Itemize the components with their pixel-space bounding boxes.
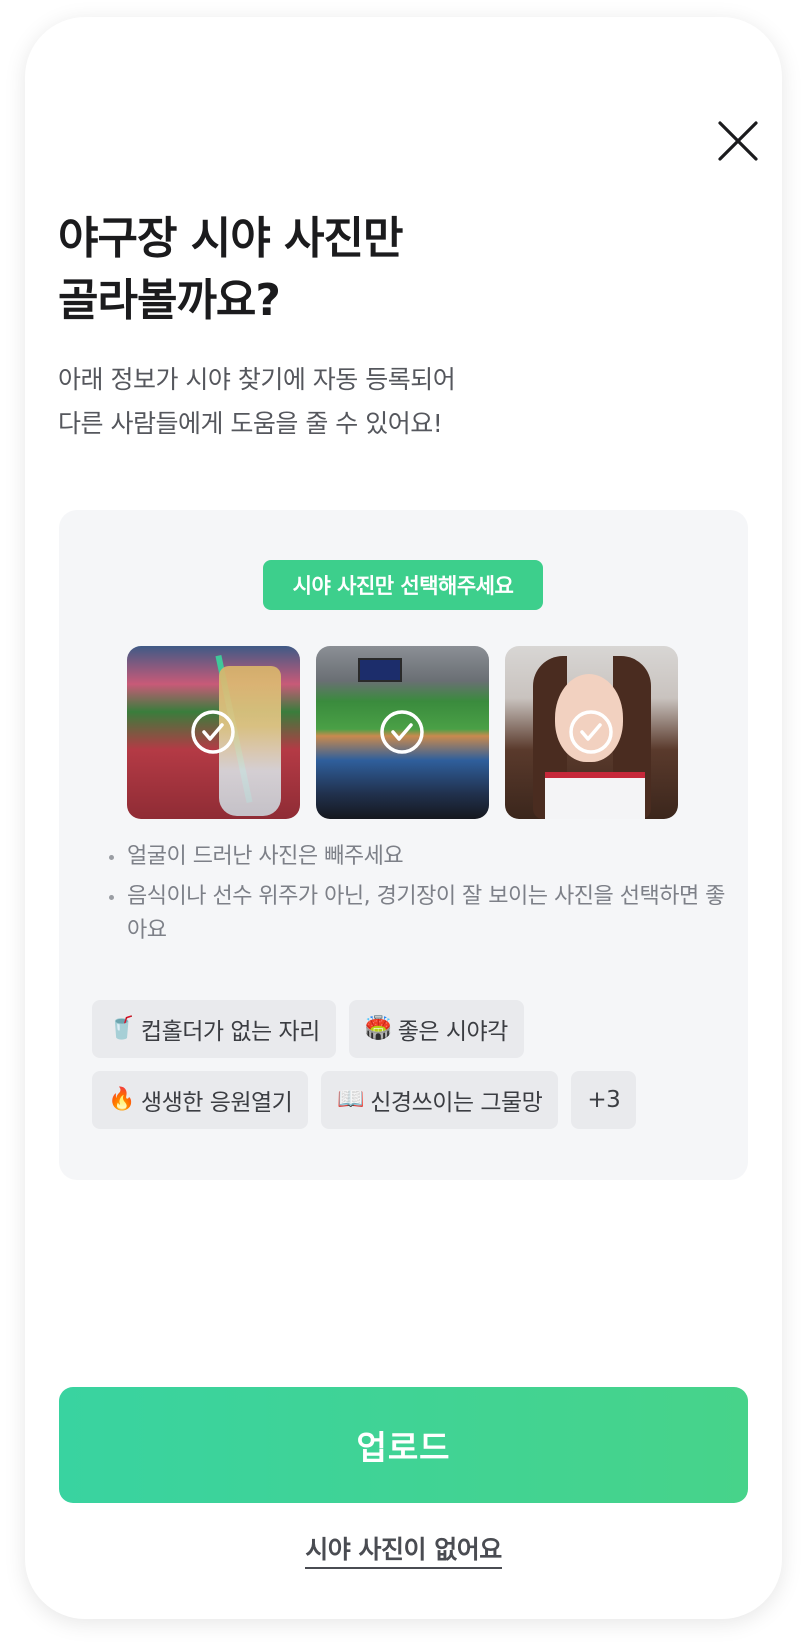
tag-cheering[interactable]: 🔥 생생한 응원열기	[92, 1071, 309, 1129]
tag-label: 생생한 응원열기	[140, 1090, 293, 1116]
tag-label: +3	[587, 1087, 621, 1113]
subtitle-line: 아래 정보가 시야 찾기에 자동 등록되어	[58, 365, 456, 394]
tag-label: 신경쓰이는 그물망	[370, 1090, 543, 1116]
guide-chip: 시야 사진만 선택해주세요	[263, 560, 543, 610]
bullet-item: 얼굴이 드러난 사진은 빼주세요	[105, 840, 725, 874]
fire-icon: 🔥	[108, 1087, 135, 1112]
tag-list: 🥤 컵홀더가 없는 자리 🏟️ 좋은 시야각 🔥 생생한 응원열기 📖 신경쓰이…	[92, 1000, 722, 1142]
tag-more[interactable]: +3	[571, 1071, 637, 1129]
example-photos	[127, 646, 678, 819]
check-circle-icon	[190, 709, 236, 755]
modal-title: 야구장 시야 사진만 골라볼까요?	[58, 208, 403, 332]
modal-subtitle: 아래 정보가 시야 찾기에 자동 등록되어 다른 사람들에게 도움을 줄 수 있…	[58, 358, 456, 446]
tag-label: 컵홀더가 없는 자리	[140, 1019, 320, 1045]
tag-cupholder[interactable]: 🥤 컵홀더가 없는 자리	[92, 1000, 336, 1058]
upload-button[interactable]: 업로드	[59, 1387, 748, 1503]
scoreboard-shape	[358, 658, 402, 682]
check-circle-icon	[568, 709, 614, 755]
close-icon	[718, 121, 758, 161]
title-line: 야구장 시야 사진만	[58, 213, 403, 264]
tag-label: 좋은 시야각	[397, 1019, 509, 1045]
tag-net[interactable]: 📖 신경쓰이는 그물망	[321, 1071, 559, 1129]
stadium-field-photo	[316, 646, 489, 819]
close-button[interactable]	[712, 115, 764, 167]
tag-row: 🥤 컵홀더가 없는 자리 🏟️ 좋은 시야각	[92, 1000, 722, 1058]
check-circle-icon	[379, 709, 425, 755]
book-icon: 📖	[337, 1087, 365, 1112]
drink-icon: 🥤	[108, 1016, 135, 1041]
tag-row: 🔥 생생한 응원열기 📖 신경쓰이는 그물망 +3	[92, 1071, 722, 1129]
title-line: 골라볼까요?	[58, 275, 281, 326]
bullet-item: 음식이나 선수 위주가 아닌, 경기장이 잘 보이는 사진을 선택하면 좋아요	[105, 880, 725, 948]
selfie-photo	[505, 646, 678, 819]
subtitle-line: 다른 사람들에게 도움을 줄 수 있어요!	[58, 409, 443, 438]
no-photo-link[interactable]: 시야 사진이 없어요	[305, 1535, 502, 1569]
stadium-icon: 🏟️	[364, 1016, 392, 1041]
no-photo-link-wrapper: 시야 사진이 없어요	[0, 1530, 807, 1569]
tag-good-view[interactable]: 🏟️ 좋은 시야각	[348, 1000, 524, 1058]
shirt-shape	[545, 772, 645, 819]
guide-bullets: 얼굴이 드러난 사진은 빼주세요 음식이나 선수 위주가 아닌, 경기장이 잘 …	[105, 840, 725, 954]
stadium-drink-photo	[127, 646, 300, 819]
guide-box: 시야 사진만 선택해주세요 얼굴이 드러난 사진은 빼주세요 음식이나 선수 위…	[59, 510, 748, 1180]
